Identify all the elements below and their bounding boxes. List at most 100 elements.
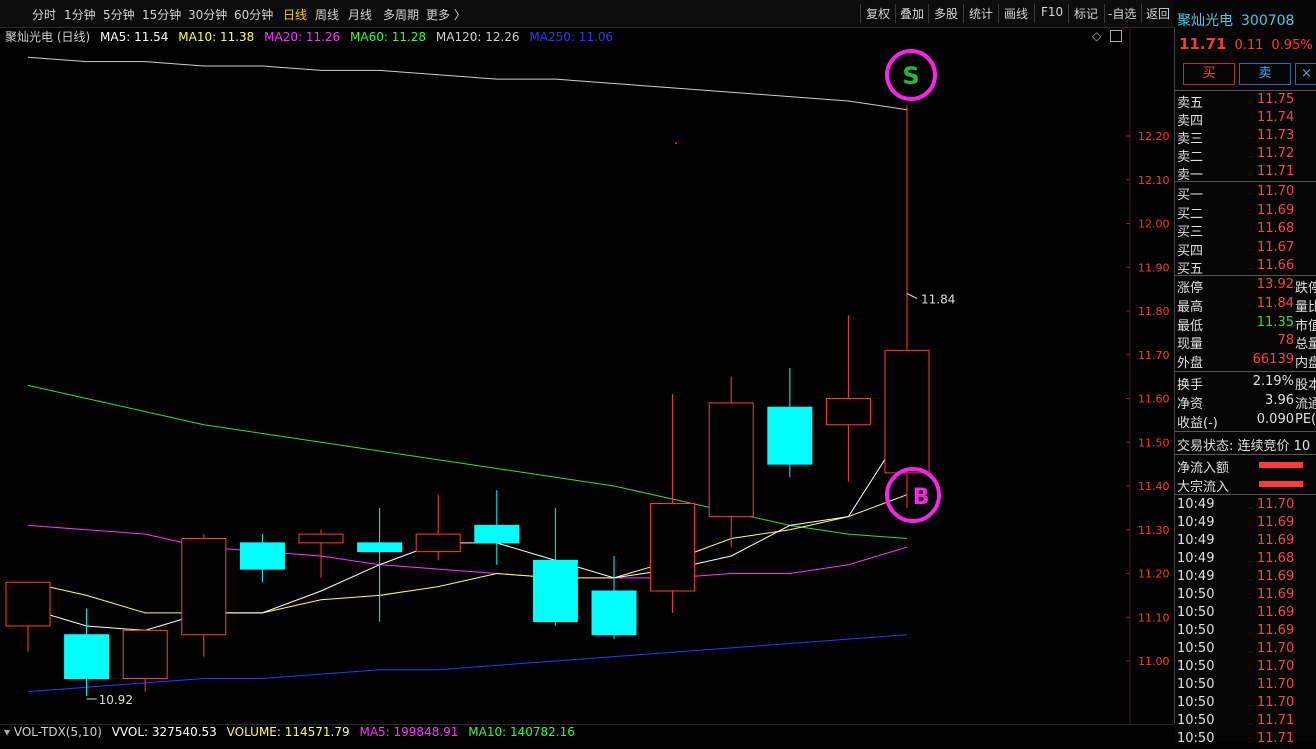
stat-value: 66139: [1252, 352, 1294, 368]
tick-row: 10:50 11.69: [1177, 623, 1316, 641]
stat2-value: 3.96: [1265, 392, 1294, 408]
stat-row: 最高 11.84 量比: [1177, 296, 1316, 315]
stat2-label: 换手: [1177, 378, 1204, 393]
legend-ma5: MA5: 11.54: [100, 30, 169, 44]
bid-label: 买三: [1177, 225, 1204, 240]
tick-price: 11.69: [1257, 515, 1295, 530]
stat-label: 现量: [1177, 337, 1204, 353]
bid-row[interactable]: 买四 11.67: [1177, 239, 1316, 259]
bid-row[interactable]: 买二 11.69: [1177, 202, 1316, 222]
y-tick-label: 12.00: [1138, 218, 1170, 231]
mark-button[interactable]: 标记: [1074, 5, 1098, 22]
maximize-icon[interactable]: [1110, 30, 1122, 42]
tab-60min[interactable]: 60分钟: [234, 6, 273, 23]
stat-row: 涨停 13.92 跌停: [1177, 277, 1316, 296]
tab-weekly[interactable]: 周线: [315, 6, 339, 23]
bid-row[interactable]: 买三 11.68: [1177, 221, 1316, 240]
stat-value: 11.35: [1256, 314, 1294, 330]
ask-row[interactable]: 卖五 11.75: [1177, 92, 1316, 111]
tick-price: 11.69: [1257, 533, 1295, 548]
stat2-row: 净资 3.96 流通: [1177, 392, 1316, 412]
tab-15min[interactable]: 15分钟: [142, 6, 181, 23]
candle-body: [767, 406, 813, 465]
candle-body: [181, 538, 227, 636]
stat-row: 最低 11.35 市值: [1177, 314, 1316, 334]
chart-title: 聚灿光电 (日线): [5, 30, 91, 44]
kline-chart[interactable]: 12.20 12.10 12.00 11.90 11.80 11.70 11.60 11.50…: [0, 27, 1175, 724]
stat-label: 外盘: [1177, 356, 1204, 372]
tab-more[interactable]: 更多 〉: [426, 6, 466, 23]
ask-row[interactable]: 卖一 11.71: [1177, 164, 1316, 183]
volume-value: VOLUME: 114571.79: [226, 725, 350, 739]
tick-time: 10:49: [1177, 551, 1215, 566]
multi-stock-button[interactable]: 多股: [934, 5, 958, 22]
flow-row: 净流入额: [1177, 457, 1316, 476]
legend-ma250: MA250: 11.06: [529, 30, 614, 44]
stat-row: 外盘 66139 内盘: [1177, 352, 1316, 372]
bid-price: 11.66: [1257, 258, 1295, 273]
tick-price: 11.70: [1257, 497, 1295, 512]
tick-row: 10:49 11.69: [1177, 533, 1316, 551]
flow-bar: [1259, 480, 1303, 487]
stat-extra-label: 量比: [1295, 299, 1316, 315]
tab-1min[interactable]: 1分钟: [64, 6, 96, 23]
tab-timeshare[interactable]: 分时: [32, 6, 56, 23]
price-dot: [675, 142, 677, 144]
statistics-button[interactable]: 统计: [969, 5, 993, 22]
stat-extra-label: 跌停: [1295, 281, 1316, 296]
stat2-value: 0.090: [1256, 411, 1294, 427]
ask-row[interactable]: 卖二 11.72: [1177, 146, 1316, 165]
tick-row: 10:50 11.71: [1177, 713, 1316, 731]
tab-daily[interactable]: 日线: [283, 6, 307, 23]
y-tick-label: 11.50: [1138, 436, 1170, 449]
bid-row[interactable]: 买五 11.66: [1177, 258, 1316, 277]
ask-label: 卖三: [1177, 132, 1204, 147]
candle-body: [474, 524, 520, 544]
collapse-icon[interactable]: ▾: [4, 725, 10, 739]
tick-time: 10:49: [1177, 515, 1215, 530]
tick-price: 11.71: [1257, 731, 1295, 746]
tick-price: 11.70: [1257, 695, 1295, 710]
bid-price: 11.69: [1257, 202, 1295, 218]
tab-30min[interactable]: 30分钟: [188, 6, 227, 23]
tick-price: 11.70: [1257, 641, 1295, 656]
buy-button[interactable]: 买: [1183, 63, 1235, 85]
stat2-row: 换手 2.19% 股本: [1177, 374, 1316, 393]
more-trade-button[interactable]: ×: [1295, 63, 1316, 85]
candle-body: [5, 581, 51, 627]
bid-price: 11.67: [1257, 239, 1295, 255]
tick-time: 10:50: [1177, 605, 1215, 620]
adjust-button[interactable]: 复权: [866, 5, 890, 22]
y-tick-label: 11.40: [1138, 480, 1170, 493]
candle-body: [591, 590, 637, 636]
stock-code: 300708: [1241, 13, 1295, 29]
price-change-pct: 0.95%: [1271, 38, 1313, 53]
ask-row[interactable]: 卖四 11.74: [1177, 110, 1316, 129]
flow-bar: [1259, 462, 1303, 468]
candle-body: [357, 542, 403, 553]
sell-button[interactable]: 卖: [1239, 63, 1291, 85]
bid-row[interactable]: 买一 11.70: [1177, 184, 1316, 203]
remove-favorite-button[interactable]: -自选: [1108, 5, 1136, 22]
tick-price: 11.68: [1257, 551, 1295, 566]
stat2-extra-label: 流通: [1295, 396, 1316, 412]
tick-price: 11.69: [1257, 623, 1295, 638]
legend-ma10: MA10: 11.38: [178, 30, 255, 44]
back-button[interactable]: 返回: [1146, 5, 1170, 22]
stat-extra-label: 总量: [1295, 337, 1316, 353]
tab-monthly[interactable]: 月线: [348, 6, 372, 23]
tab-5min[interactable]: 5分钟: [103, 6, 135, 23]
tick-row: 10:50 11.69: [1177, 605, 1316, 623]
stat2-extra-label: PE(: [1295, 411, 1316, 427]
draw-line-button[interactable]: 画线: [1004, 5, 1028, 22]
stock-name: 聚灿光电: [1177, 13, 1233, 29]
diamond-icon[interactable]: ◇: [1092, 29, 1101, 43]
tick-row: 10:50 11.71: [1177, 731, 1316, 749]
stat2-extra-label: 股本: [1295, 378, 1316, 393]
overlay-button[interactable]: 叠加: [900, 5, 924, 22]
candle-body: [122, 629, 168, 679]
f10-button[interactable]: F10: [1041, 5, 1063, 19]
ask-row[interactable]: 卖三 11.73: [1177, 128, 1316, 147]
tab-multi-period[interactable]: 多周期: [383, 6, 419, 23]
tick-row: 10:50 11.70: [1177, 641, 1316, 659]
